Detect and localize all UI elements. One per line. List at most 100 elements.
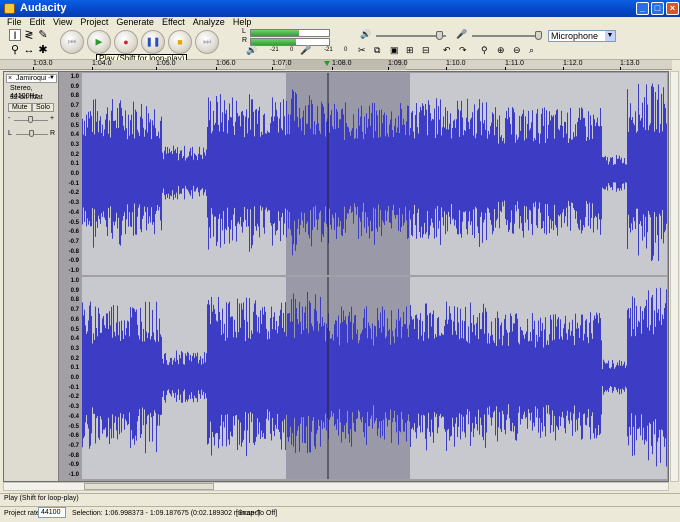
ruler-tick: 1:03.0 xyxy=(33,60,53,70)
paste-icon[interactable]: ▣ xyxy=(390,45,399,56)
pan-knob[interactable] xyxy=(29,130,34,137)
track-area[interactable]: × Jamiroqui - ▼ Stereo, 44100Hz 32-bit f… xyxy=(3,71,669,482)
scale-label: 0.3 xyxy=(70,345,79,352)
meter-db-label: -21 xyxy=(324,47,333,53)
record-button[interactable]: ● xyxy=(114,30,138,54)
vertical-scale-left-channel: 1.0 0.9 0.8 0.7 0.6 0.5 0.4 0.3 0.2 0.1 0.0 -0.1 -0.… xyxy=(60,74,81,274)
scale-label: -1.0 xyxy=(68,472,79,478)
fit-selection-icon[interactable]: ⌕ xyxy=(529,45,534,56)
waveform-left-channel[interactable] xyxy=(82,73,667,275)
scale-label: 0.7 xyxy=(70,103,79,110)
gain-plus-label: + xyxy=(50,115,55,122)
pan-right-label: R xyxy=(50,130,56,137)
track-control-panel[interactable]: × Jamiroqui - ▼ Stereo, 44100Hz 32-bit f… xyxy=(4,72,59,481)
ruler-tick: 1:06.0 xyxy=(216,60,236,70)
fast-forward-button[interactable]: ⏭ xyxy=(195,30,219,54)
input-volume-icon: 🎤 xyxy=(456,29,468,39)
scale-label: -0.1 xyxy=(68,180,79,187)
play-button[interactable]: ▶ xyxy=(87,30,111,54)
scale-label: -0.5 xyxy=(68,423,79,430)
scale-label: -0.4 xyxy=(68,209,79,216)
menu-file[interactable]: File xyxy=(3,17,26,28)
ruler-tick: 1:09.0 xyxy=(388,60,408,70)
meter-db-label: -21 xyxy=(270,47,279,53)
input-source-select[interactable]: Microphone ▼ xyxy=(548,30,616,42)
menu-project[interactable]: Project xyxy=(76,17,112,28)
maximize-button[interactable]: □ xyxy=(651,2,664,15)
skip-end-icon: ⏭ xyxy=(202,36,212,47)
ruler-tick: 1:04.0 xyxy=(92,60,112,70)
scroll-thumb[interactable] xyxy=(84,483,214,490)
close-button[interactable]: × xyxy=(666,2,679,15)
menu-analyze[interactable]: Analyze xyxy=(189,17,229,28)
scale-label: 0.4 xyxy=(70,132,79,139)
meter-db-label: 0 xyxy=(290,47,294,53)
ruler-tick: 1:10.0 xyxy=(446,60,466,70)
selection-bar: Project rate: 44100 Selection: 1:06.9983… xyxy=(0,506,680,522)
zoom-out-icon[interactable]: ⊖ xyxy=(513,45,521,56)
zoom-tool-icon[interactable]: ⚲ xyxy=(9,44,21,56)
input-volume-slider[interactable] xyxy=(472,35,542,37)
play-icon: ▶ xyxy=(95,36,103,47)
close-track-icon[interactable]: × xyxy=(8,75,12,82)
project-rate-field[interactable]: 44100 xyxy=(38,507,66,518)
menu-effect[interactable]: Effect xyxy=(158,17,189,28)
scale-label: 0.1 xyxy=(70,365,79,372)
menu-view[interactable]: View xyxy=(49,17,76,28)
menu-edit[interactable]: Edit xyxy=(26,17,50,28)
scale-label: -1.0 xyxy=(68,268,79,274)
scale-label: 0.8 xyxy=(70,297,79,304)
track-name-menu[interactable]: × Jamiroqui - ▼ xyxy=(6,74,57,83)
timeshift-tool-icon[interactable]: ↔ xyxy=(23,44,35,56)
ruler-tick: 1:07.0 xyxy=(272,60,292,70)
chevron-down-icon[interactable]: ▼ xyxy=(49,75,55,82)
waveform-svg xyxy=(82,73,667,275)
sync-lock-icon[interactable]: ⚲ xyxy=(481,45,488,56)
gain-knob[interactable] xyxy=(28,116,33,123)
scale-label: -0.8 xyxy=(68,248,79,255)
scale-label: 0.0 xyxy=(70,375,79,381)
selection-tool-icon[interactable]: I xyxy=(9,29,21,42)
scale-label: 0.5 xyxy=(70,326,79,333)
menu-generate[interactable]: Generate xyxy=(112,17,158,28)
redo-icon[interactable]: ↷ xyxy=(459,45,467,56)
chevron-down-icon[interactable]: ▼ xyxy=(605,31,615,41)
selection-readout: Selection: 1:06.998373 - 1:09.187675 (0:… xyxy=(72,510,261,517)
mute-button[interactable]: Mute xyxy=(8,103,32,112)
cut-icon[interactable]: ✂ xyxy=(358,45,366,56)
envelope-tool-icon[interactable]: ≷ xyxy=(23,29,35,41)
snap-status[interactable]: [Snap-To Off] xyxy=(236,507,277,521)
gain-minus-label: - xyxy=(8,115,11,122)
project-rate-label: Project rate: xyxy=(4,510,42,517)
solo-button[interactable]: Solo xyxy=(32,103,55,112)
undo-icon[interactable]: ↶ xyxy=(443,45,451,56)
scale-label: 0.7 xyxy=(70,307,79,314)
horizontal-scrollbar[interactable] xyxy=(3,482,669,491)
pause-button[interactable]: ❚❚ xyxy=(141,30,165,54)
minimize-button[interactable]: _ xyxy=(636,2,649,15)
vertical-scrollbar[interactable] xyxy=(670,71,679,482)
speaker-icon: 🔊 xyxy=(246,45,258,55)
scale-label: 0.9 xyxy=(70,83,79,90)
scale-label: 0.6 xyxy=(70,112,79,119)
stop-button[interactable]: ■ xyxy=(168,30,192,54)
waveform-right-channel[interactable] xyxy=(82,277,667,479)
menu-help[interactable]: Help xyxy=(229,17,256,28)
input-source-value: Microphone xyxy=(551,31,599,41)
copy-icon[interactable]: ⧉ xyxy=(374,45,380,56)
input-volume-knob[interactable] xyxy=(535,31,542,40)
timeline-ruler[interactable]: 1:03.0 1:04.0 1:05.0 1:06.0 1:07.0 1:08.… xyxy=(0,60,672,70)
trim-icon[interactable]: ⊞ xyxy=(406,45,414,56)
rewind-button[interactable]: ⏮ xyxy=(60,30,84,54)
scale-label: 0.4 xyxy=(70,336,79,343)
zoom-in-icon[interactable]: ⊕ xyxy=(497,45,505,56)
silence-icon[interactable]: ⊟ xyxy=(422,45,430,56)
ruler-tick: 1:05.0 xyxy=(156,60,176,70)
multi-tool-icon[interactable]: ✱ xyxy=(37,44,49,56)
scale-label: -0.7 xyxy=(68,238,79,245)
draw-tool-icon[interactable]: ✎ xyxy=(37,29,49,41)
scale-label: 0.5 xyxy=(70,122,79,129)
scale-label: 0.9 xyxy=(70,287,79,294)
output-volume-knob[interactable] xyxy=(436,31,443,40)
scale-label: 0.0 xyxy=(70,171,79,177)
